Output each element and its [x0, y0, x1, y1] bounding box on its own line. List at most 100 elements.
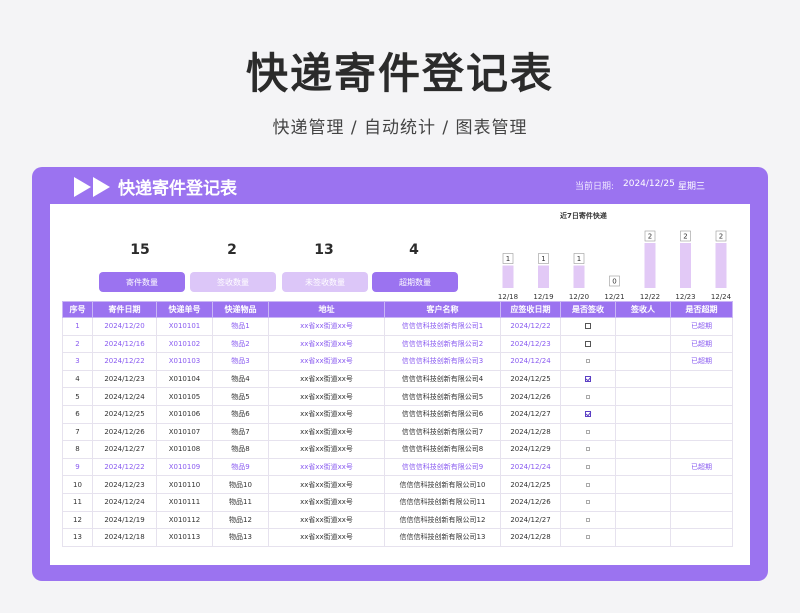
row-index[interactable]: 2 [62, 334, 93, 354]
row-index[interactable]: 9 [62, 457, 93, 477]
customer-cell[interactable]: 信信信科技创新有限公司1 [384, 317, 501, 336]
signed-count-button[interactable]: 签收数量 [190, 272, 276, 292]
customer-cell[interactable]: 信信信科技创新有限公司5 [384, 387, 501, 406]
customer-cell[interactable]: 信信信科技创新有限公司13 [384, 528, 501, 547]
row-index[interactable]: 12 [62, 510, 93, 530]
tracking-cell[interactable]: X010108 [156, 440, 213, 459]
customer-cell[interactable]: 信信信科技创新有限公司10 [384, 475, 501, 494]
col-signer-header[interactable]: 签收人 [615, 301, 671, 318]
col-send-date-header[interactable]: 寄件日期 [92, 301, 157, 318]
item-cell[interactable]: 物品7 [212, 422, 269, 442]
signed-checkbox[interactable] [586, 517, 590, 522]
table-row[interactable]: 2 2024/12/16 X010102 物品2 xx省xx街道xx号 信信信科技创新有限… [62, 334, 733, 354]
due-date-cell[interactable]: 2024/12/26 [500, 492, 561, 512]
signed-checkbox[interactable] [586, 394, 590, 399]
unsigned-count-button[interactable]: 未签收数量 [282, 272, 368, 292]
item-cell[interactable]: 物品11 [212, 492, 269, 512]
item-cell[interactable]: 物品9 [212, 457, 269, 477]
address-cell[interactable]: xx省xx街道xx号 [268, 404, 385, 424]
customer-cell[interactable]: 信信信科技创新有限公司3 [384, 352, 501, 371]
signed-checkbox[interactable] [586, 535, 590, 540]
customer-cell[interactable]: 信信信科技创新有限公司6 [384, 404, 501, 424]
row-index[interactable]: 1 [62, 317, 93, 336]
signed-checkbox[interactable] [586, 500, 590, 505]
item-cell[interactable]: 物品4 [212, 369, 269, 389]
address-cell[interactable]: xx省xx街道xx号 [268, 510, 385, 530]
signer-cell[interactable] [615, 334, 671, 354]
send-date-cell[interactable]: 2024/12/22 [92, 457, 157, 477]
address-cell[interactable]: xx省xx街道xx号 [268, 475, 385, 494]
tracking-cell[interactable]: X010111 [156, 492, 213, 512]
table-row[interactable]: 5 2024/12/24 X010105 物品5 xx省xx街道xx号 信信信科技创新有限… [62, 387, 733, 406]
row-index[interactable]: 3 [62, 352, 93, 371]
signed-checkbox[interactable] [585, 411, 591, 418]
due-date-cell[interactable]: 2024/12/25 [500, 475, 561, 494]
customer-cell[interactable]: 信信信科技创新有限公司2 [384, 334, 501, 354]
tracking-cell[interactable]: X010107 [156, 422, 213, 442]
row-index[interactable]: 10 [62, 475, 93, 494]
table-row[interactable]: 12 2024/12/19 X010112 物品12 xx省xx街道xx号 信信信科技创新… [62, 510, 733, 530]
signer-cell[interactable] [615, 404, 671, 424]
due-date-cell[interactable]: 2024/12/29 [500, 440, 561, 459]
row-index[interactable]: 11 [62, 492, 93, 512]
address-cell[interactable]: xx省xx街道xx号 [268, 528, 385, 547]
item-cell[interactable]: 物品12 [212, 510, 269, 530]
table-row[interactable]: 6 2024/12/25 X010106 物品6 xx省xx街道xx号 信信信科技创新有限… [62, 404, 733, 424]
send-date-cell[interactable]: 2024/12/23 [92, 369, 157, 389]
customer-cell[interactable]: 信信信科技创新有限公司8 [384, 440, 501, 459]
address-cell[interactable]: xx省xx街道xx号 [268, 352, 385, 371]
tracking-cell[interactable]: X010102 [156, 334, 213, 354]
send-date-cell[interactable]: 2024/12/19 [92, 510, 157, 530]
row-index[interactable]: 7 [62, 422, 93, 442]
due-date-cell[interactable]: 2024/12/25 [500, 369, 561, 389]
send-date-cell[interactable]: 2024/12/24 [92, 492, 157, 512]
send-date-cell[interactable]: 2024/12/22 [92, 352, 157, 371]
signed-checkbox[interactable] [586, 447, 590, 452]
signed-checkbox[interactable] [585, 323, 591, 330]
due-date-cell[interactable]: 2024/12/24 [500, 457, 561, 477]
customer-cell[interactable]: 信信信科技创新有限公司11 [384, 492, 501, 512]
send-date-cell[interactable]: 2024/12/26 [92, 422, 157, 442]
due-date-cell[interactable]: 2024/12/23 [500, 334, 561, 354]
tracking-cell[interactable]: X010112 [156, 510, 213, 530]
tracking-cell[interactable]: X010110 [156, 475, 213, 494]
tracking-cell[interactable]: X010106 [156, 404, 213, 424]
table-row[interactable]: 13 2024/12/18 X010113 物品13 xx省xx街道xx号 信信信科技创新… [62, 528, 733, 547]
signed-checkbox[interactable] [585, 340, 591, 347]
due-date-cell[interactable]: 2024/12/27 [500, 510, 561, 530]
col-address-header[interactable]: 地址 [268, 301, 385, 318]
signer-cell[interactable] [615, 528, 671, 547]
table-row[interactable]: 3 2024/12/22 X010103 物品3 xx省xx街道xx号 信信信科技创新有限… [62, 352, 733, 371]
send-date-cell[interactable]: 2024/12/18 [92, 528, 157, 547]
signed-checkbox[interactable] [586, 482, 590, 487]
address-cell[interactable]: xx省xx街道xx号 [268, 369, 385, 389]
row-index[interactable]: 5 [62, 387, 93, 406]
signed-checkbox[interactable] [586, 359, 590, 364]
address-cell[interactable]: xx省xx街道xx号 [268, 492, 385, 512]
send-date-cell[interactable]: 2024/12/23 [92, 475, 157, 494]
tracking-cell[interactable]: X010105 [156, 387, 213, 406]
table-row[interactable]: 11 2024/12/24 X010111 物品11 xx省xx街道xx号 信信信科技创新… [62, 492, 733, 512]
table-row[interactable]: 4 2024/12/23 X010104 物品4 xx省xx街道xx号 信信信科技创新有限… [62, 369, 733, 389]
col-tracking-no-header[interactable]: 快递单号 [156, 301, 213, 318]
item-cell[interactable]: 物品5 [212, 387, 269, 406]
address-cell[interactable]: xx省xx街道xx号 [268, 422, 385, 442]
address-cell[interactable]: xx省xx街道xx号 [268, 457, 385, 477]
row-index[interactable]: 8 [62, 440, 93, 459]
signed-checkbox[interactable] [586, 429, 590, 434]
address-cell[interactable]: xx省xx街道xx号 [268, 387, 385, 406]
signer-cell[interactable] [615, 352, 671, 371]
customer-cell[interactable]: 信信信科技创新有限公司7 [384, 422, 501, 442]
address-cell[interactable]: xx省xx街道xx号 [268, 440, 385, 459]
row-index[interactable]: 13 [62, 528, 93, 547]
customer-cell[interactable]: 信信信科技创新有限公司12 [384, 510, 501, 530]
item-cell[interactable]: 物品10 [212, 475, 269, 494]
send-date-cell[interactable]: 2024/12/16 [92, 334, 157, 354]
table-row[interactable]: 9 2024/12/22 X010109 物品9 xx省xx街道xx号 信信信科技创新有限… [62, 457, 733, 477]
send-count-button[interactable]: 寄件数量 [99, 272, 185, 292]
tracking-cell[interactable]: X010104 [156, 369, 213, 389]
table-row[interactable]: 8 2024/12/27 X010108 物品8 xx省xx街道xx号 信信信科技创新有限… [62, 440, 733, 459]
send-date-cell[interactable]: 2024/12/20 [92, 317, 157, 336]
item-cell[interactable]: 物品1 [212, 317, 269, 336]
address-cell[interactable]: xx省xx街道xx号 [268, 334, 385, 354]
